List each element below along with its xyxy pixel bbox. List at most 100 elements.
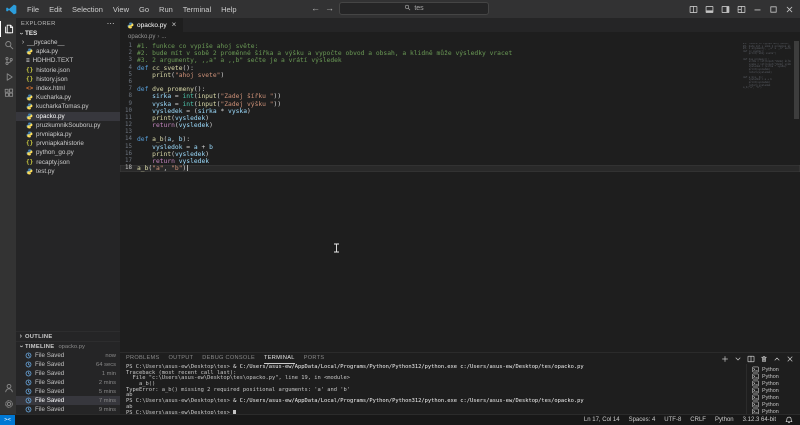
command-center-search[interactable]: tes <box>339 2 489 15</box>
editor[interactable]: 1 #1. funkce co vypíše ahoj světe: 2 #2. bu… <box>120 41 800 352</box>
menu-item-edit[interactable]: Edit <box>44 3 67 16</box>
file-__pycache__[interactable]: › __pycache__ <box>16 38 120 47</box>
status-python[interactable]: Python <box>715 417 734 423</box>
settings-icon[interactable] <box>0 396 16 412</box>
code-line-13[interactable]: 13 <box>120 129 800 136</box>
status-ln[interactable]: Ln 17, Col 14 <box>584 417 620 423</box>
timeline-item[interactable]: File Saved 2 mins <box>16 378 120 387</box>
new-terminal-icon[interactable] <box>721 355 729 363</box>
search-icon[interactable] <box>0 37 16 53</box>
extensions-icon[interactable] <box>0 85 16 101</box>
status-3.12.3[interactable]: 3.12.3 64-bit <box>743 417 776 423</box>
code-line-3[interactable]: 3 #3. 2 argumenty, ,,a" a ,,b" sečte je a… <box>120 57 800 64</box>
editor-scrollbar[interactable] <box>794 41 799 119</box>
file-HDHHD.TEXT[interactable]: ≡ HDHHD.TEXT <box>16 56 120 65</box>
code-line-14[interactable]: 14 def a_b(a, b): <box>120 136 800 143</box>
status-spaces[interactable]: Spaces: 4 <box>629 417 656 423</box>
panel-tab-output[interactable]: OUTPUT <box>169 353 194 364</box>
timeline-item[interactable]: File Saved 64 secs <box>16 360 120 369</box>
terminal-output[interactable]: PS C:\Users\asus-ew\Desktop\tes> & C:/Us… <box>120 364 746 414</box>
explorer-icon[interactable] <box>0 21 16 37</box>
menu-item-run[interactable]: Run <box>154 3 178 16</box>
code-line-11[interactable]: 11 print(vysledek) <box>120 115 800 122</box>
folder-root[interactable]: › TES <box>16 29 120 38</box>
terminal-instance[interactable]: Python <box>747 387 800 394</box>
terminal-instance[interactable]: Python <box>747 394 800 401</box>
file-kucharkaTomas.py[interactable]: kucharkaTomas.py <box>16 102 120 111</box>
timeline-item[interactable]: File Saved 7 mins <box>16 396 120 405</box>
timeline-item[interactable]: File Saved now <box>16 351 120 360</box>
terminal-instance[interactable]: Python <box>747 380 800 387</box>
nav-forward-icon[interactable]: → <box>325 2 334 15</box>
maximize-icon[interactable] <box>769 5 778 14</box>
split-editor-icon[interactable] <box>689 5 698 14</box>
code-line-5[interactable]: 5 print("ahoj svete") <box>120 72 800 79</box>
terminal-instance[interactable]: Python <box>747 401 800 408</box>
kill-terminal-icon[interactable] <box>760 355 768 363</box>
menu-item-file[interactable]: File <box>22 3 44 16</box>
launch-profile-icon[interactable] <box>734 355 742 363</box>
file-historie.json[interactable]: {} historie.json <box>16 66 120 75</box>
outline-section-header[interactable]: › OUTLINE <box>16 331 120 341</box>
file-Kucharka.py[interactable]: Kucharka.py <box>16 93 120 102</box>
breadcrumb-item[interactable]: ... <box>161 34 166 40</box>
code-line-6[interactable]: 6 <box>120 79 800 86</box>
tab-opacko-py[interactable]: opacko.py × <box>120 18 184 32</box>
split-terminal-icon[interactable] <box>747 355 755 363</box>
toggle-secondary-sidebar-icon[interactable] <box>721 5 730 14</box>
code-line-15[interactable]: 15 vysledok = a + b <box>120 144 800 151</box>
close-panel-icon[interactable] <box>786 355 794 363</box>
terminal-instance[interactable]: Python <box>747 373 800 380</box>
timeline-item[interactable]: File Saved 5 mins <box>16 387 120 396</box>
panel-tab-ports[interactable]: PORTS <box>304 353 325 364</box>
accounts-icon[interactable] <box>0 380 16 396</box>
code-line-18[interactable]: 18 a_b("a", "b") <box>120 165 800 173</box>
terminal-instance[interactable]: Python <box>747 366 800 373</box>
panel-tab-debug-console[interactable]: DEBUG CONSOLE <box>202 353 255 364</box>
file-opacko.py[interactable]: opacko.py <box>16 111 120 121</box>
file-prvniapkahistorie[interactable]: {} prvniapkahistorie <box>16 139 120 148</box>
source-control-icon[interactable] <box>0 53 16 69</box>
bell-icon[interactable] <box>785 416 793 424</box>
customize-layout-icon[interactable] <box>737 5 746 14</box>
status-utf-8[interactable]: UTF-8 <box>664 417 681 423</box>
code-line-17[interactable]: 17 return vysledek <box>120 158 800 165</box>
timeline-item[interactable]: File Saved 9 mins <box>16 405 120 414</box>
maximize-panel-icon[interactable] <box>773 355 781 363</box>
panel-tab-problems[interactable]: PROBLEMS <box>126 353 160 364</box>
file-recapty.json[interactable]: {} recapty.json <box>16 157 120 166</box>
code-line-12[interactable]: 12 return(vysledek) <box>120 122 800 129</box>
run-debug-icon[interactable] <box>0 69 16 85</box>
menu-item-help[interactable]: Help <box>216 3 241 16</box>
code-line-9[interactable]: 9 vyska = int(input("Zadej výšku ")) <box>120 101 800 108</box>
code-line-16[interactable]: 16 print(vysledek) <box>120 151 800 158</box>
file-history.json[interactable]: {} history.json <box>16 75 120 84</box>
close-icon[interactable] <box>785 5 794 14</box>
more-actions-icon[interactable]: ⋯ <box>107 19 115 27</box>
file-python_go.py[interactable]: python_go.py <box>16 148 120 157</box>
status-crlf[interactable]: CRLF <box>690 417 706 423</box>
file-prvniapka.py[interactable]: prvniapka.py <box>16 130 120 139</box>
code-line-8[interactable]: 8 sirka = int(input("Zadej šířku ")) <box>120 93 800 100</box>
minimize-icon[interactable] <box>753 5 762 14</box>
file-apka.py[interactable]: apka.py <box>16 47 120 56</box>
file-test.py[interactable]: test.py <box>16 167 120 176</box>
file-pruzkumnikSouboru.py[interactable]: pruzkumnikSouboru.py <box>16 121 120 130</box>
timeline-section-header[interactable]: › TIMELINE opacko.py <box>16 341 120 351</box>
code-line-10[interactable]: 10 vysledek = (sirka * vyska) <box>120 108 800 115</box>
toggle-panel-icon[interactable] <box>705 5 714 14</box>
code-line-4[interactable]: 4 def cc_svete(): <box>120 65 800 72</box>
nav-back-icon[interactable]: ← <box>311 2 320 15</box>
menu-item-view[interactable]: View <box>108 3 134 16</box>
menu-item-terminal[interactable]: Terminal <box>178 3 216 16</box>
remote-indicator[interactable]: >< <box>0 415 15 425</box>
close-icon[interactable]: × <box>172 21 177 29</box>
menu-item-selection[interactable]: Selection <box>67 3 108 16</box>
timeline-item[interactable]: File Saved 1 min <box>16 369 120 378</box>
breadcrumb-item[interactable]: opacko.py <box>128 34 155 40</box>
panel-tab-terminal[interactable]: TERMINAL <box>264 353 295 364</box>
mouse-cursor <box>333 240 340 258</box>
file-index.html[interactable]: <> index.html <box>16 84 120 93</box>
minimap[interactable]: #1. funkce co vypíše ahoj světe: #2. bud… <box>743 43 791 90</box>
menu-item-go[interactable]: Go <box>134 3 154 16</box>
